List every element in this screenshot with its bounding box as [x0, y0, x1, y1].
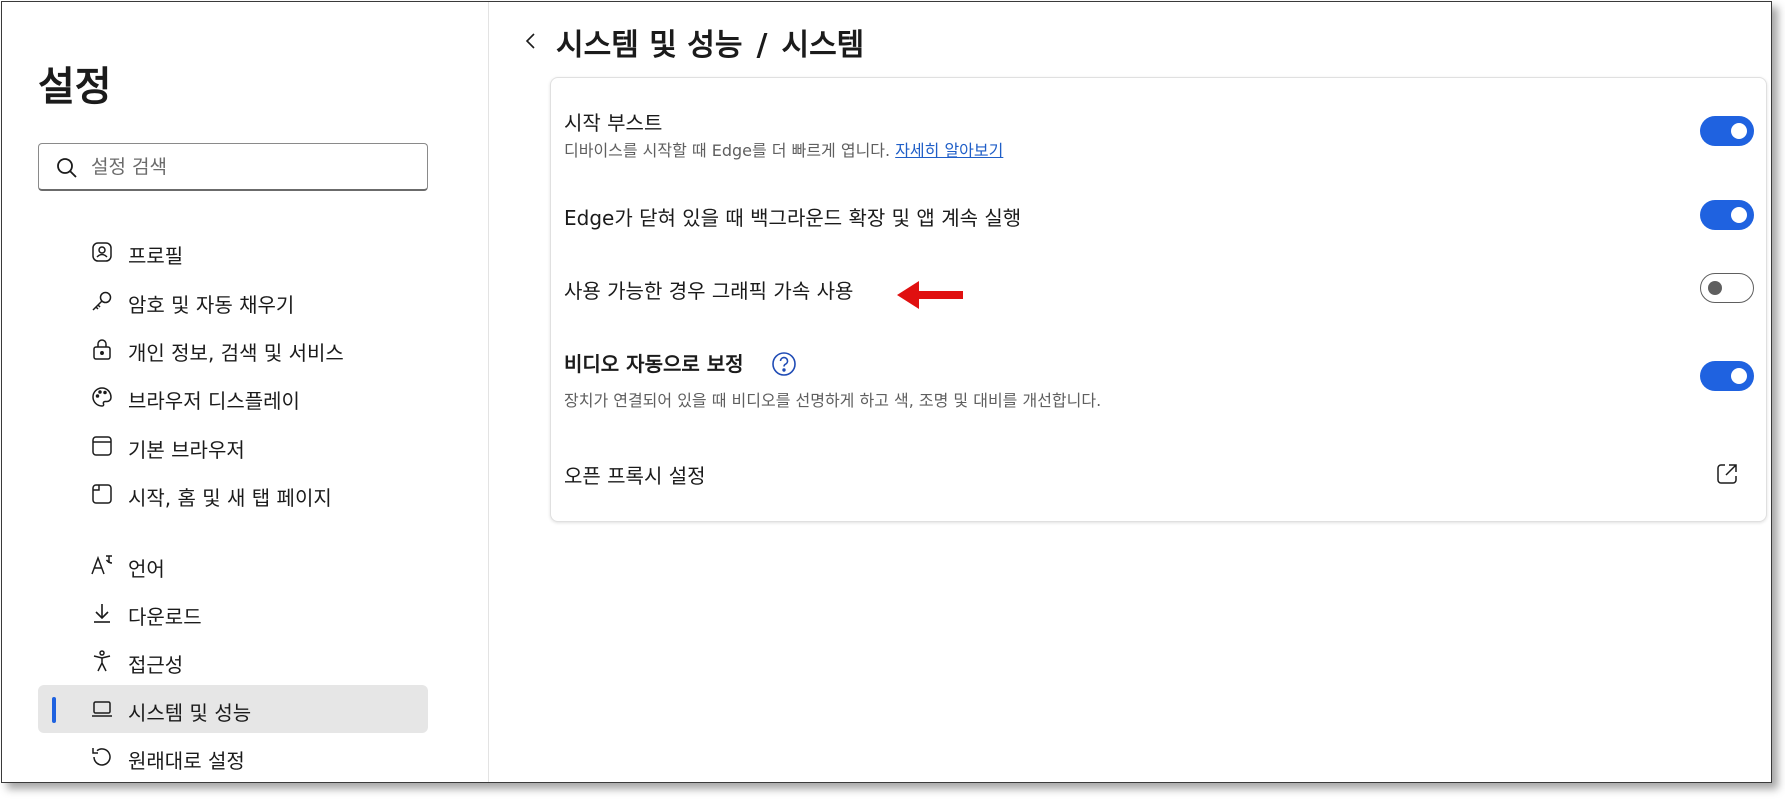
profile-icon — [92, 242, 112, 262]
sidebar-item-languages[interactable]: 언어 — [38, 541, 428, 589]
sidebar-item-label: 다운로드 — [128, 605, 202, 629]
sidebar-item-label: 시작, 홈 및 새 탭 페이지 — [128, 486, 332, 510]
graphics-acceleration-title: 사용 가능한 경우 그래픽 가속 사용 — [564, 279, 854, 303]
browser-window-icon — [92, 436, 112, 456]
sidebar-item-privacy[interactable]: 개인 정보, 검색 및 서비스 — [38, 325, 428, 373]
external-link-icon[interactable] — [1715, 462, 1739, 486]
download-icon — [94, 604, 110, 623]
sidebar-item-label: 원래대로 설정 — [128, 749, 245, 773]
sidebar-item-default-browser[interactable]: 기본 브라우저 — [38, 422, 428, 470]
sidebar-title: 설정 — [38, 64, 112, 110]
palette-icon — [92, 387, 112, 407]
sidebar-item-start-home[interactable]: 시작, 홈 및 새 탭 페이지 — [38, 470, 428, 518]
sidebar-item-profile[interactable]: 프로필 — [38, 228, 428, 276]
sidebar-item-label: 프로필 — [128, 244, 184, 268]
video-enhance-title: 비디오 자동으로 보정 — [564, 352, 744, 376]
accessibility-icon — [93, 650, 111, 672]
sidebar-item-appearance[interactable]: 브라우저 디스플레이 — [38, 373, 428, 421]
startup-boost-desc: 디바이스를 시작할 때 Edge를 더 빠르게 엽니다. 자세히 알아보기 — [564, 137, 1003, 161]
sidebar-item-system[interactable]: 시스템 및 성능 — [38, 685, 428, 733]
red-annotation-arrow-icon — [897, 281, 963, 309]
tab-page-icon — [92, 484, 112, 504]
language-icon — [91, 555, 113, 575]
search-input[interactable] — [91, 152, 411, 182]
learn-more-link[interactable]: 자세히 알아보기 — [895, 141, 1003, 160]
sidebar-item-passwords[interactable]: 암호 및 자동 채우기 — [38, 277, 428, 325]
sidebar-item-label: 브라우저 디스플레이 — [128, 389, 300, 413]
settings-window: 설정 프로필 암호 및 자동 채우기 개인 정보, 검색 및 서비스 — [1, 1, 1772, 783]
breadcrumb-parent[interactable]: 시스템 및 성능 — [556, 28, 743, 63]
help-icon[interactable] — [771, 351, 797, 377]
sidebar-item-label: 암호 및 자동 채우기 — [128, 293, 295, 317]
startup-boost-desc-text: 디바이스를 시작할 때 Edge를 더 빠르게 엽니다. — [564, 141, 891, 160]
sidebar-item-label: 시스템 및 성능 — [128, 701, 252, 725]
sidebar-item-downloads[interactable]: 다운로드 — [38, 589, 428, 637]
sidebar-item-label: 개인 정보, 검색 및 서비스 — [128, 341, 344, 365]
startup-boost-title: 시작 부스트 — [564, 111, 663, 135]
sidebar: 설정 프로필 암호 및 자동 채우기 개인 정보, 검색 및 서비스 — [2, 2, 489, 782]
startup-boost-toggle[interactable] — [1700, 116, 1754, 146]
background-run-title: Edge가 닫혀 있을 때 백그라운드 확장 및 앱 계속 실행 — [564, 206, 1022, 230]
back-arrow-icon[interactable] — [520, 30, 542, 52]
sidebar-item-label: 기본 브라우저 — [128, 438, 245, 462]
sidebar-item-reset[interactable]: 원래대로 설정 — [38, 733, 428, 781]
sidebar-item-label: 언어 — [128, 557, 165, 581]
video-enhance-desc: 장치가 연결되어 있을 때 비디오를 선명하게 하고 색, 조명 및 대비를 개… — [564, 391, 1102, 410]
search-box[interactable] — [38, 143, 428, 191]
graphics-acceleration-toggle[interactable] — [1700, 273, 1754, 303]
key-icon — [92, 291, 112, 311]
page-title: 시스템 — [781, 28, 865, 63]
lock-icon — [93, 339, 111, 360]
video-enhance-toggle[interactable] — [1700, 361, 1754, 391]
search-icon — [57, 158, 77, 178]
breadcrumb-separator: / — [756, 28, 768, 63]
sidebar-item-label: 접근성 — [128, 653, 184, 677]
system-settings-card: 시작 부스트 디바이스를 시작할 때 Edge를 더 빠르게 엽니다. 자세히 … — [550, 77, 1767, 522]
background-run-toggle[interactable] — [1700, 200, 1754, 230]
reset-icon — [92, 748, 111, 766]
sidebar-item-accessibility[interactable]: 접근성 — [38, 637, 428, 685]
laptop-icon — [92, 701, 112, 717]
proxy-settings-title[interactable]: 오픈 프록시 설정 — [564, 460, 706, 489]
breadcrumb: 시스템 및 성능 / 시스템 — [556, 20, 864, 64]
